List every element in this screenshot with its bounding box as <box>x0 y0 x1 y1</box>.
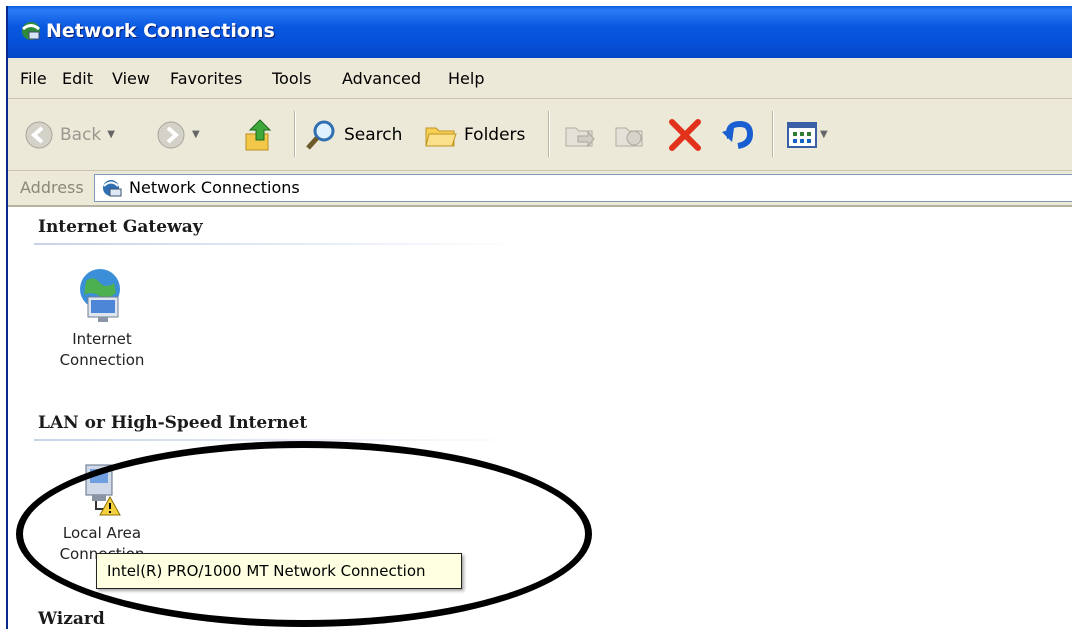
group-divider <box>34 243 524 245</box>
back-label: Back <box>60 124 102 145</box>
delete-button[interactable] <box>668 99 702 170</box>
copy-to-icon <box>615 127 643 146</box>
group-divider <box>34 439 524 441</box>
internet-connection-label-line1: Internet <box>72 330 132 348</box>
menu-file[interactable]: File <box>20 69 47 88</box>
address-value: Network Connections <box>129 178 300 197</box>
group-heading-internet-gateway: Internet Gateway <box>38 217 203 237</box>
move-to-button[interactable] <box>564 99 596 170</box>
folders-label: Folders <box>464 124 526 145</box>
menu-advanced[interactable]: Advanced <box>342 69 421 88</box>
forward-dropdown-icon[interactable]: ▼ <box>192 129 200 140</box>
search-icon <box>306 120 335 150</box>
address-label: Address <box>20 178 84 197</box>
back-button[interactable]: Back ▼ <box>24 99 115 170</box>
up-folder-icon <box>245 118 272 150</box>
views-icon <box>787 121 817 148</box>
window-title: Network Connections <box>46 20 275 42</box>
toolbar: Back ▼ ▼ Search Folders ▼ <box>8 99 1072 171</box>
folders-button[interactable]: Folders <box>424 99 525 170</box>
menu-tools[interactable]: Tools <box>272 69 311 88</box>
internet-connection-icon <box>80 269 120 322</box>
local-area-connection-icon <box>85 464 121 516</box>
forward-button[interactable]: ▼ <box>156 99 200 170</box>
back-dropdown-icon[interactable]: ▼ <box>107 129 115 140</box>
move-to-icon <box>565 127 595 147</box>
menu-edit[interactable]: Edit <box>62 69 93 88</box>
search-label: Search <box>344 124 403 145</box>
group-heading-lan: LAN or High-Speed Internet <box>38 413 308 433</box>
menu-help[interactable]: Help <box>448 69 484 88</box>
local-area-connection-item[interactable]: Local Area Connection <box>42 459 162 565</box>
forward-arrow-icon <box>157 121 185 148</box>
group-heading-wizard: Wizard <box>38 609 105 629</box>
local-area-connection-label-line1: Local Area <box>62 524 142 542</box>
internet-connection-label-line2: Connection <box>59 351 145 369</box>
address-field[interactable]: Network Connections <box>94 174 1072 202</box>
folders-icon <box>425 127 457 146</box>
views-dropdown-icon[interactable]: ▼ <box>820 129 828 140</box>
menu-bar: File Edit View Favorites Tools Advanced … <box>8 58 1072 99</box>
delete-x-icon <box>669 118 701 151</box>
title-bar[interactable]: Network Connections <box>8 6 1072 58</box>
menu-view[interactable]: View <box>112 69 150 88</box>
search-button[interactable]: Search <box>304 99 402 170</box>
undo-button[interactable] <box>720 99 754 170</box>
undo-icon <box>722 120 754 149</box>
tooltip-text: Intel(R) PRO/1000 MT Network Connection <box>107 562 426 580</box>
network-connections-icon <box>22 22 40 40</box>
tooltip: Intel(R) PRO/1000 MT Network Connection <box>96 553 462 589</box>
copy-to-button[interactable] <box>614 99 646 170</box>
internet-connection-item[interactable]: Internet Connection <box>42 265 162 371</box>
explorer-window: Network Connections File Edit View Favor… <box>6 6 1072 629</box>
menu-favorites[interactable]: Favorites <box>170 69 242 88</box>
up-button[interactable] <box>242 99 274 170</box>
network-connections-icon <box>103 180 122 197</box>
address-bar: Address Network Connections <box>8 171 1072 207</box>
views-button[interactable]: ▼ <box>786 99 828 170</box>
back-arrow-icon <box>25 121 53 148</box>
